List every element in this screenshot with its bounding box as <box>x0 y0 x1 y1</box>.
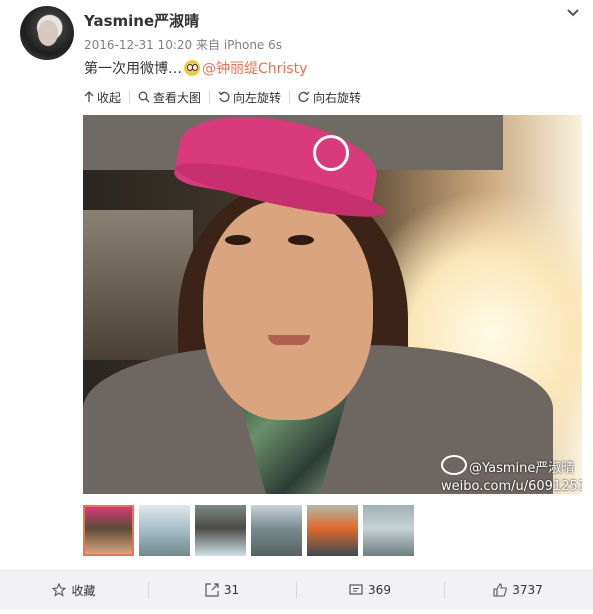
post-action-bar: 收藏 31 369 3737 <box>0 570 593 609</box>
photo-watermark: @Yasmine严淑晴 weibo.com/u/6091253443 <box>441 455 582 494</box>
thumb-1[interactable] <box>83 505 134 556</box>
rotate-right-label: 向右旋转 <box>313 90 362 105</box>
weibo-post-card: Yasmine严淑晴 2016-12-31 10:20 来自 iPhone 6s… <box>0 0 593 614</box>
thumb-3[interactable] <box>195 505 246 556</box>
favorite-button[interactable]: 收藏 <box>0 571 148 609</box>
view-large-label: 查看大图 <box>153 90 202 105</box>
arrow-up-icon <box>84 91 94 102</box>
author-name[interactable]: Yasmine严淑晴 <box>84 10 199 31</box>
rotate-right-icon <box>298 91 310 103</box>
view-large-button[interactable]: 查看大图 <box>138 90 211 105</box>
post-text-body: 第一次用微博… <box>84 61 182 77</box>
source-device[interactable]: iPhone 6s <box>224 38 282 52</box>
image-toolbar: 收起 查看大图 向左旋转 向右旋转 <box>84 90 377 105</box>
thumb-2[interactable] <box>139 505 190 556</box>
magnifier-icon <box>138 91 150 103</box>
photo-eye-left <box>225 235 251 245</box>
watermark-url: weibo.com/u/6091253443 <box>441 479 582 494</box>
comment-button[interactable]: 369 <box>296 571 444 609</box>
thumbnail-strip <box>83 505 419 556</box>
source-prefix: 来自 <box>195 38 220 52</box>
like-count: 3737 <box>512 583 543 597</box>
thumb-5[interactable] <box>307 505 358 556</box>
main-photo[interactable]: @Yasmine严淑晴 weibo.com/u/6091253443 <box>83 115 582 494</box>
rotate-left-button[interactable]: 向左旋转 <box>218 90 291 105</box>
post-text: 第一次用微博… @钟丽缇Christy <box>84 58 307 78</box>
author-avatar[interactable] <box>20 6 74 60</box>
collapse-label: 收起 <box>97 90 122 105</box>
collapse-button[interactable]: 收起 <box>84 90 131 105</box>
rotate-left-icon <box>218 91 230 103</box>
weibo-logo-icon <box>441 455 467 475</box>
rotate-left-label: 向左旋转 <box>233 90 282 105</box>
cap-logo-icon <box>313 135 349 171</box>
like-button[interactable]: 3737 <box>444 571 592 609</box>
repost-button[interactable]: 31 <box>148 571 296 609</box>
share-icon <box>205 583 219 597</box>
rotate-right-button[interactable]: 向右旋转 <box>298 90 369 105</box>
photo-face <box>203 200 373 420</box>
photo-window <box>83 210 193 360</box>
photo-eye-right <box>288 235 314 245</box>
favorite-label: 收藏 <box>71 583 96 598</box>
mention-link[interactable]: @钟丽缇Christy <box>202 61 307 77</box>
thumb-4[interactable] <box>251 505 302 556</box>
photo-mouth <box>268 335 310 345</box>
shocked-emoji-icon <box>184 60 200 76</box>
watermark-handle: @Yasmine严淑晴 <box>469 461 575 476</box>
post-date[interactable]: 2016-12-31 10:20 <box>84 38 192 52</box>
post-meta: 2016-12-31 10:20 来自 iPhone 6s <box>84 36 282 53</box>
thumb-6[interactable] <box>363 505 414 556</box>
thumbs-up-icon <box>493 583 508 597</box>
chevron-down-icon[interactable] <box>566 6 580 20</box>
repost-count: 31 <box>223 583 240 597</box>
comment-count: 369 <box>368 583 391 597</box>
star-icon <box>52 583 67 597</box>
comment-icon <box>349 584 363 595</box>
